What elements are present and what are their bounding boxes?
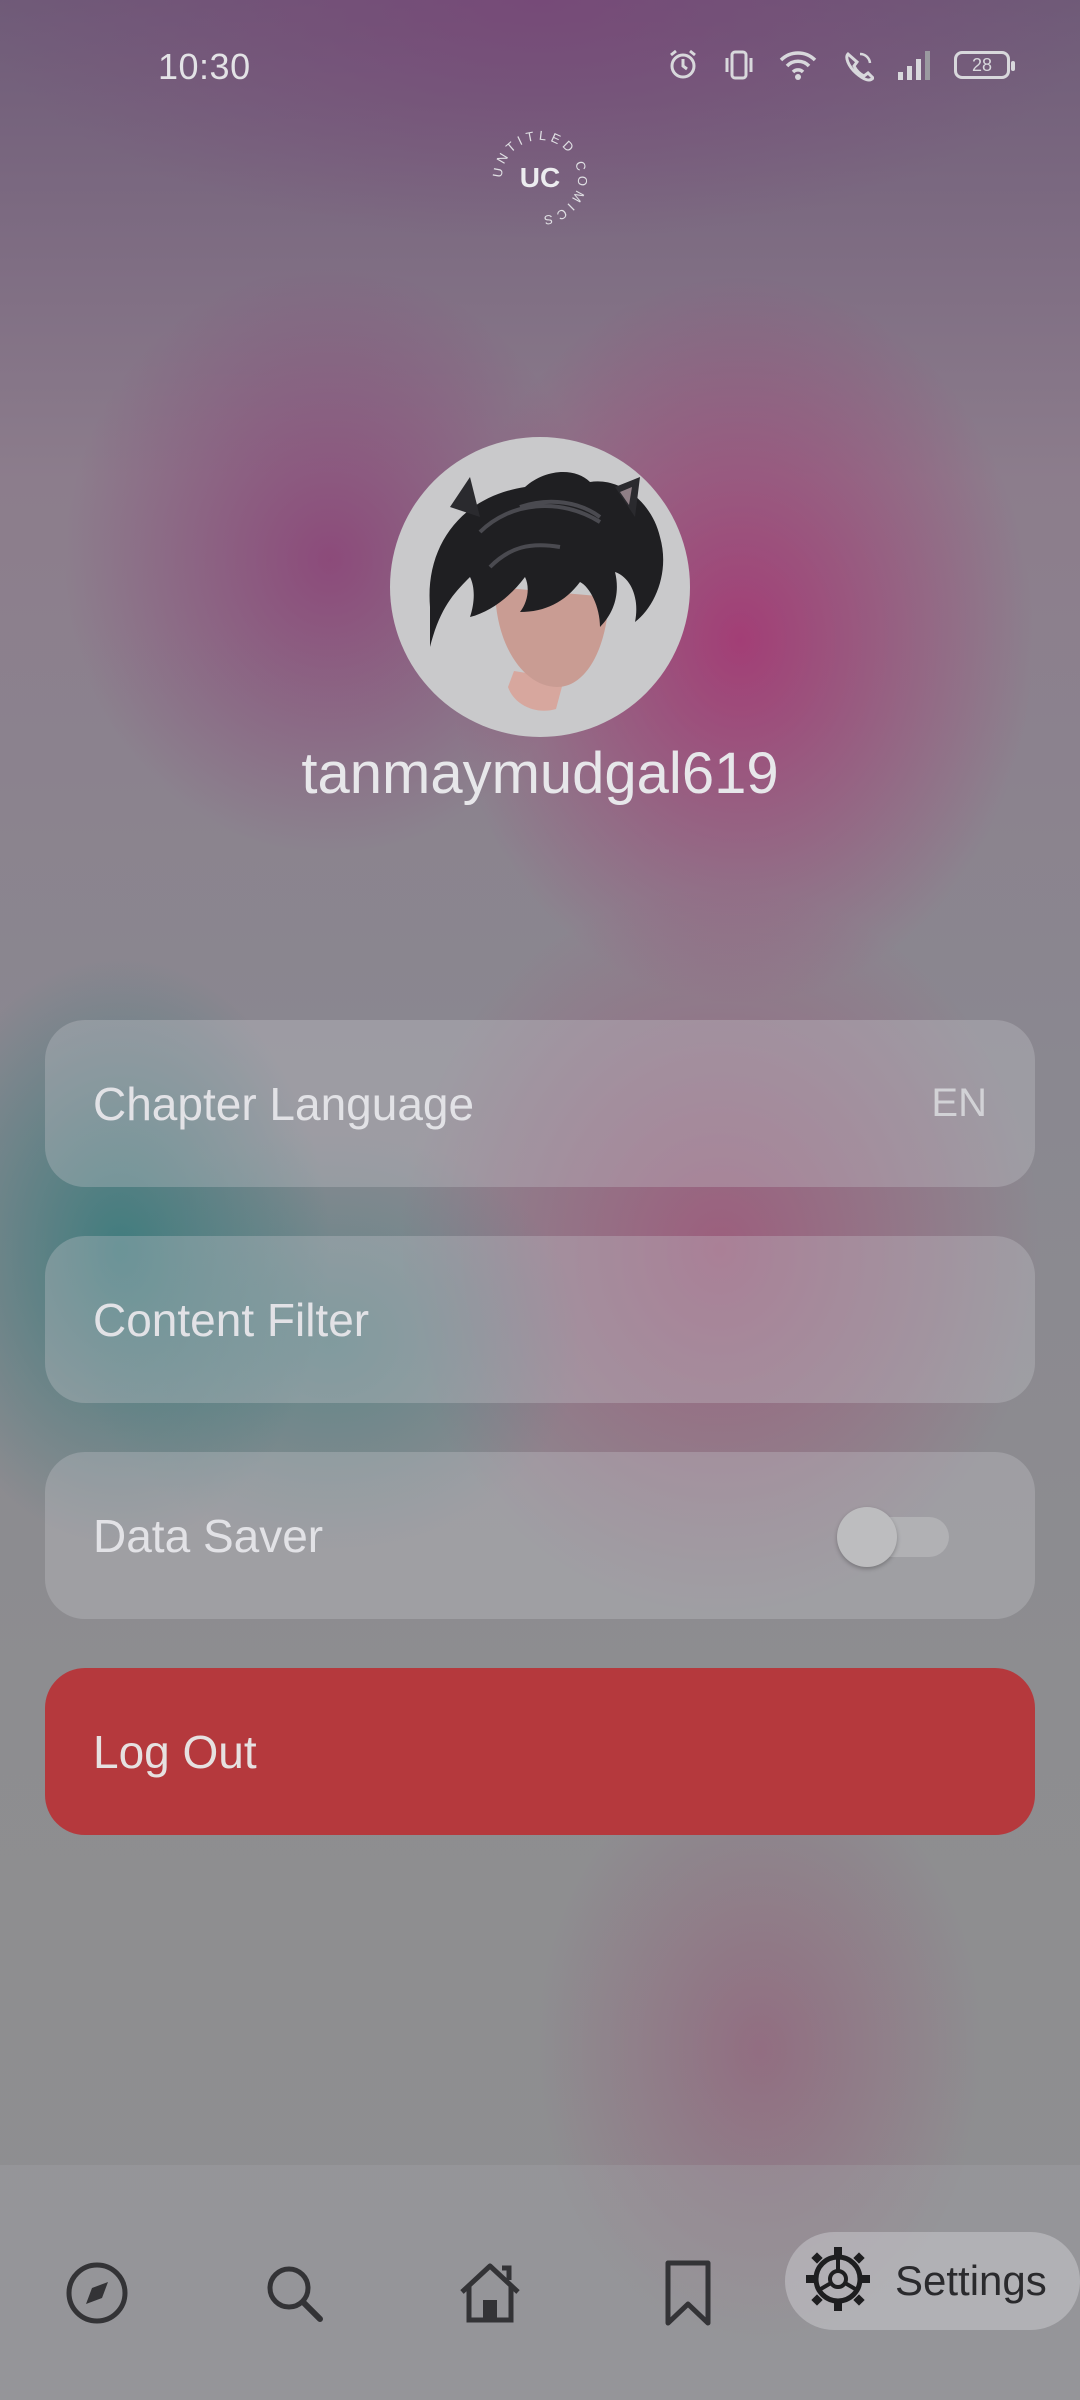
wifi-icon <box>778 48 818 82</box>
toggle-knob <box>837 1506 897 1567</box>
logo-letters: UC <box>520 162 560 193</box>
search-icon <box>261 2260 327 2331</box>
content-filter-row[interactable]: Content Filter <box>45 1236 1035 1403</box>
status-time: 10:30 <box>158 46 251 87</box>
chapter-language-label: Chapter Language <box>93 1077 475 1130</box>
status-bar: 10:30 28 <box>0 0 1080 130</box>
wifi-calling-icon <box>840 48 874 82</box>
logout-button[interactable]: Log Out <box>45 1668 1035 1835</box>
nav-search[interactable] <box>254 2255 334 2335</box>
nav-bookmarks[interactable] <box>648 2255 728 2335</box>
nav-settings[interactable]: Settings <box>785 2232 1080 2330</box>
alarm-icon <box>666 48 700 82</box>
status-icons: 28 <box>666 48 1015 82</box>
nav-home[interactable] <box>450 2255 530 2335</box>
compass-icon <box>64 2260 130 2331</box>
nav-settings-label: Settings <box>895 2257 1047 2304</box>
battery-icon: 28 <box>954 51 1015 79</box>
gear-icon <box>803 2244 873 2319</box>
username: tanmaymudgal619 <box>301 741 779 806</box>
bottom-nav: Settings <box>0 2165 1080 2400</box>
logout-label: Log Out <box>93 1725 257 1778</box>
data-saver-label: Data Saver <box>93 1509 324 1562</box>
data-saver-toggle[interactable] <box>837 1506 949 1567</box>
chapter-language-value: EN <box>931 1081 987 1125</box>
data-saver-row: Data Saver <box>45 1452 1035 1619</box>
vibrate-icon <box>722 48 756 82</box>
chapter-language-row[interactable]: Chapter Language EN <box>45 1020 1035 1187</box>
nav-explore[interactable] <box>57 2255 137 2335</box>
signal-icon <box>896 48 932 82</box>
background-artwork <box>0 0 1080 2400</box>
content-filter-label: Content Filter <box>93 1293 370 1346</box>
app-logo: UNTITLED COMICS UC <box>490 128 590 229</box>
bookmark-icon <box>658 2258 718 2333</box>
home-icon <box>455 2258 525 2333</box>
avatar[interactable] <box>390 437 690 737</box>
avatar-illustration <box>429 471 664 711</box>
